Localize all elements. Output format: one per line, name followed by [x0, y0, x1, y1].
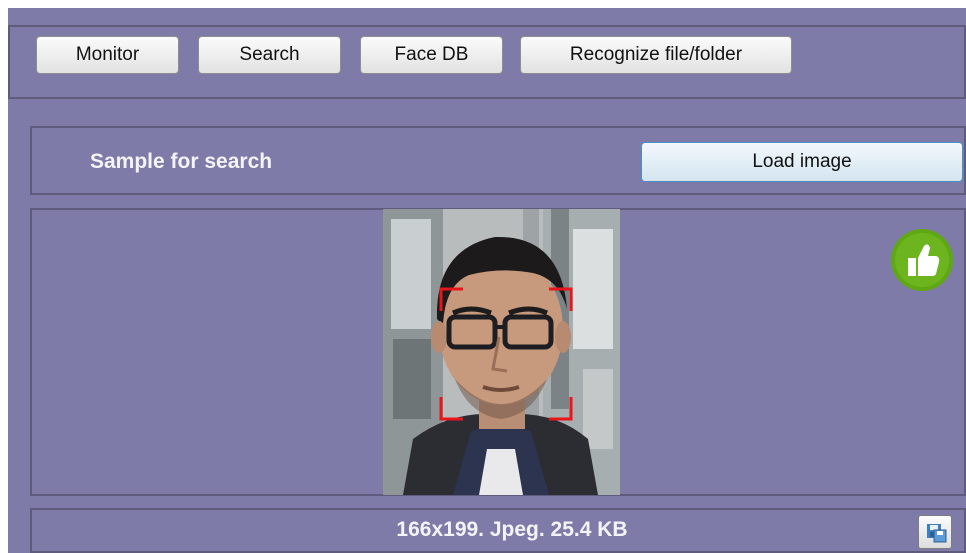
image-info-text: 166x199. Jpeg. 25.4 KB	[396, 518, 628, 541]
sample-for-search-label: Sample for search	[90, 150, 273, 173]
face-db-button[interactable]: Face DB	[360, 36, 503, 74]
monitor-button[interactable]: Monitor	[36, 36, 179, 74]
search-button[interactable]: Search	[198, 36, 341, 74]
recognize-file-folder-button[interactable]: Recognize file/folder	[520, 36, 792, 74]
sample-photo	[383, 209, 620, 495]
thumbs-up-icon	[890, 228, 954, 292]
sample-photo-image	[383, 209, 620, 495]
save-icon[interactable]	[918, 515, 952, 549]
face-search-window: Monitor Search Face DB Recognize file/fo…	[8, 8, 966, 553]
load-image-button[interactable]: Load image	[641, 142, 963, 182]
